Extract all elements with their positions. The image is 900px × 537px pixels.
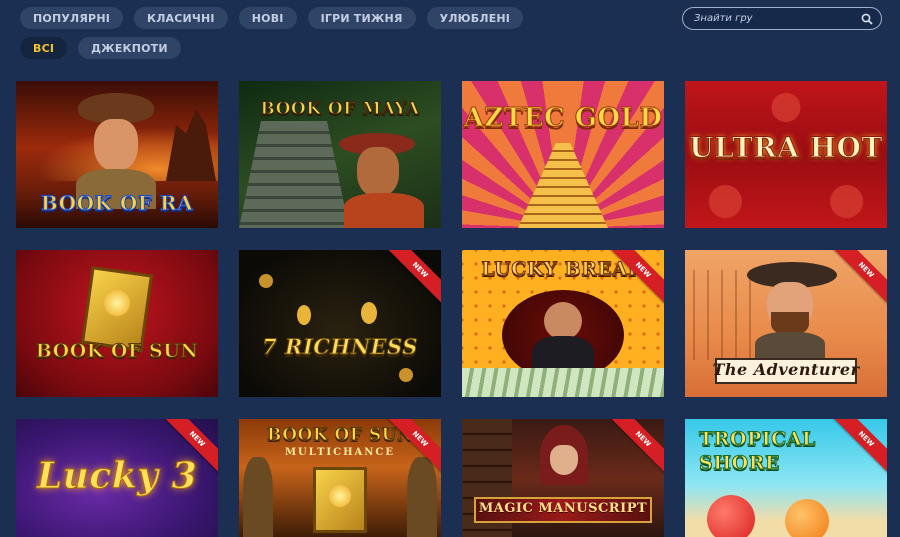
game-title: MAGIC MANUSCRIPT bbox=[478, 501, 648, 516]
category-tabs: ПОПУЛЯРНІ КЛАСИЧНІ НОВІ ІГРИ ТИЖНЯ УЛЮБЛ… bbox=[20, 7, 580, 59]
tab-favorites[interactable]: УЛЮБЛЕНІ bbox=[426, 7, 524, 29]
tab-new[interactable]: НОВІ bbox=[238, 7, 297, 29]
search-input[interactable] bbox=[694, 13, 861, 24]
game-title: BOOK OF SUN bbox=[35, 340, 199, 363]
tab-all[interactable]: ВСІ bbox=[20, 37, 68, 59]
search-box[interactable] bbox=[682, 7, 882, 30]
new-badge: NEW bbox=[605, 419, 664, 477]
game-tile-book-of-sun-multichance[interactable]: BOOK OF SUN MULTICHANCE NEW bbox=[239, 419, 441, 537]
game-tile-book-of-maya[interactable]: BOOK OF MAYA bbox=[239, 81, 441, 228]
game-tile-book-of-ra[interactable]: BOOK OF RA bbox=[16, 81, 218, 228]
game-tile-magic-manuscript[interactable]: MAGIC MANUSCRIPT NEW bbox=[462, 419, 664, 537]
game-title: Lucky 3 bbox=[36, 455, 198, 498]
game-title: ULTRA HOT bbox=[689, 131, 883, 165]
game-subtitle: MULTICHANCE bbox=[284, 447, 395, 458]
tab-jackpots[interactable]: ДЖЕКПОТИ bbox=[78, 37, 181, 59]
tab-games-of-week[interactable]: ІГРИ ТИЖНЯ bbox=[307, 7, 416, 29]
game-tile-ultra-hot[interactable]: ULTRA HOT bbox=[685, 81, 887, 228]
game-tile-lucky-break[interactable]: LUCKY BREAK NEW bbox=[462, 250, 664, 397]
games-grid: BOOK OF RA BOOK OF MAYA AZTEC GOLD ULTRA… bbox=[16, 81, 887, 537]
game-tile-lucky-3[interactable]: Lucky 3 NEW bbox=[16, 419, 218, 537]
new-badge: NEW bbox=[828, 250, 887, 308]
game-tile-the-adventurer[interactable]: The Adventurer NEW bbox=[685, 250, 887, 397]
game-tile-tropical-shore[interactable]: TROPICAL SHORE NEW bbox=[685, 419, 887, 537]
new-badge: NEW bbox=[382, 250, 441, 308]
game-title: BOOK OF MAYA bbox=[260, 99, 420, 120]
game-title: AZTEC GOLD bbox=[463, 103, 663, 134]
game-tile-7-richness[interactable]: 7 RICHNESS NEW bbox=[239, 250, 441, 397]
tab-popular[interactable]: ПОПУЛЯРНІ bbox=[20, 7, 124, 29]
game-title: The Adventurer bbox=[712, 360, 860, 379]
tab-classic[interactable]: КЛАСИЧНІ bbox=[134, 7, 228, 29]
search-icon[interactable] bbox=[861, 13, 873, 25]
game-title: BOOK OF RA bbox=[40, 191, 194, 216]
game-tile-aztec-gold[interactable]: AZTEC GOLD bbox=[462, 81, 664, 228]
game-tile-book-of-sun[interactable]: BOOK OF SUN bbox=[16, 250, 218, 397]
game-title: 7 RICHNESS bbox=[262, 334, 418, 360]
